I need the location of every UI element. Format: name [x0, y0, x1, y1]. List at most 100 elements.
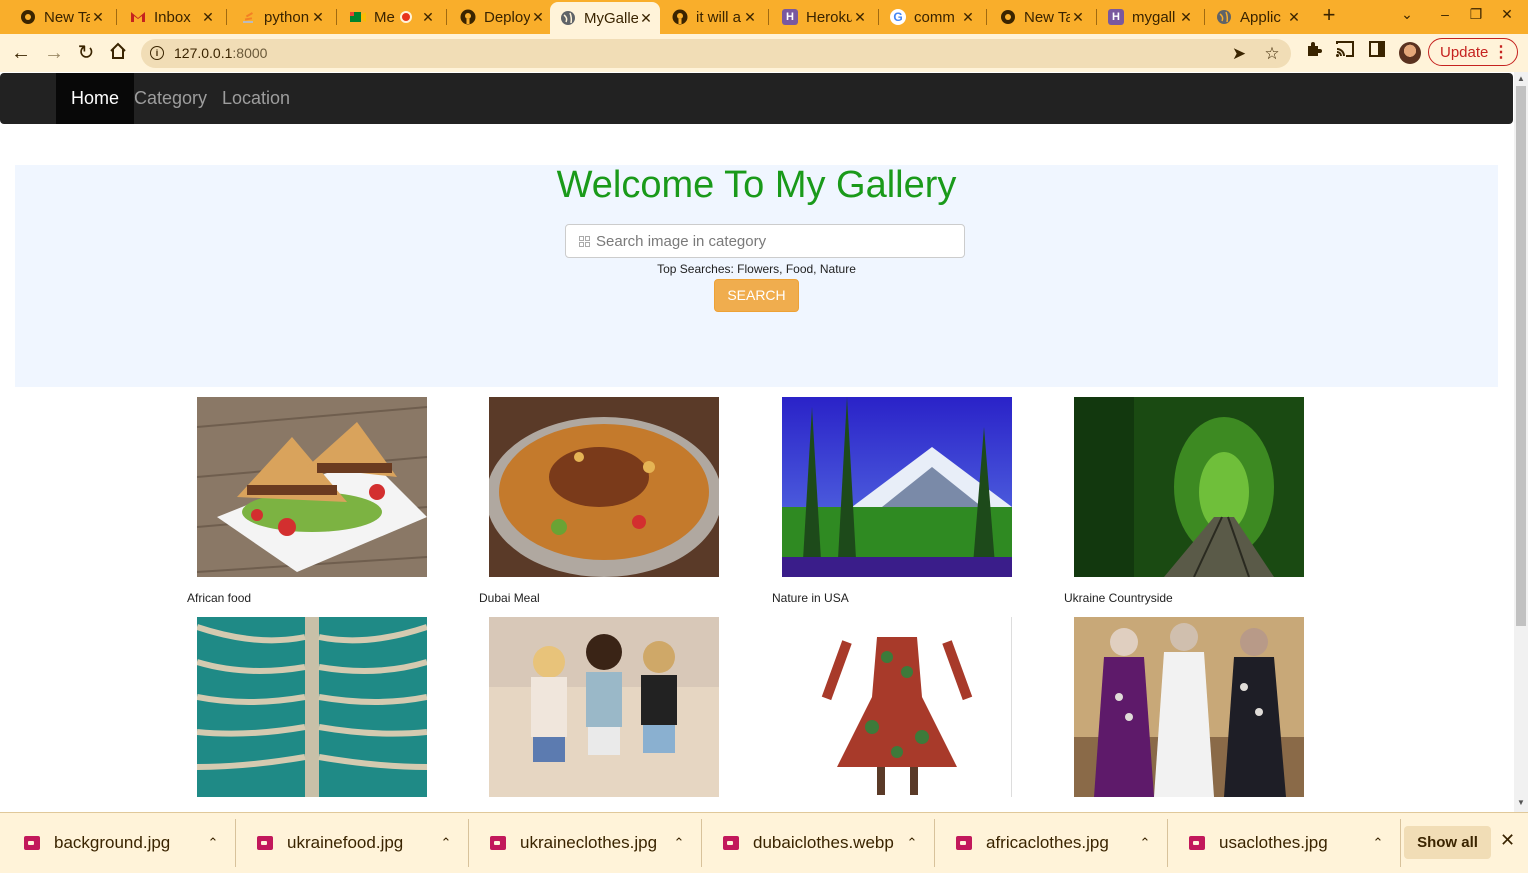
browser-toolbar: ← → ↻ i 127.0.0.1:8000 ➤ ☆ Update ⋮ [0, 34, 1528, 72]
close-icon[interactable]: ✕ [1286, 9, 1302, 26]
tab-application[interactable]: Applic ✕ [1206, 3, 1308, 31]
tab-mygallery[interactable]: MyGallery ✕ [550, 2, 660, 34]
download-item[interactable]: ukraineclothes.jpg ⌃ [470, 819, 702, 867]
gallery-caption: Ukraine Countryside [1064, 591, 1173, 605]
close-icon[interactable]: ✕ [638, 10, 654, 27]
close-icon[interactable]: ✕ [420, 9, 436, 26]
cast-icon[interactable] [1334, 41, 1356, 63]
tab-search-chevron-icon[interactable]: ⌄ [1397, 6, 1417, 23]
github-icon [460, 9, 476, 25]
recording-indicator-icon [400, 11, 412, 23]
new-tab-button[interactable]: + [1318, 4, 1340, 27]
mountain-landscape-photo[interactable] [782, 397, 1012, 577]
forward-button[interactable]: → [43, 42, 65, 64]
tab-divider [878, 9, 879, 25]
nav-location[interactable]: Location [207, 73, 305, 124]
dubai-meal-photo[interactable] [489, 397, 719, 577]
search-button[interactable]: SEARCH [714, 279, 799, 312]
profile-avatar[interactable] [1399, 42, 1421, 64]
close-icon[interactable]: ✕ [530, 9, 546, 26]
close-icon[interactable]: ✕ [742, 9, 758, 26]
site-info-icon[interactable]: i [150, 46, 164, 60]
search-field[interactable] [565, 224, 965, 258]
african-dress-photo[interactable] [782, 617, 1012, 797]
close-icon[interactable]: ✕ [1070, 9, 1086, 26]
tab-divider [768, 9, 769, 25]
tab-deploy[interactable]: Deploy ✕ [450, 3, 552, 31]
site-navbar: Home Category Location [0, 73, 1513, 124]
maximize-window-button[interactable]: ❐ [1466, 6, 1486, 23]
reload-button[interactable]: ↻ [75, 42, 97, 64]
extensions-puzzle-icon[interactable] [1302, 41, 1324, 63]
tab-divider [1204, 9, 1205, 25]
home-icon [110, 42, 126, 59]
tab-it-will[interactable]: it will a ✕ [662, 3, 764, 31]
close-icon[interactable]: ✕ [852, 9, 868, 26]
close-icon[interactable]: ✕ [960, 9, 976, 26]
chevron-up-icon[interactable]: ⌃ [201, 835, 225, 851]
tab-mygall-heroku[interactable]: H mygall ✕ [1098, 3, 1200, 31]
tab-python[interactable]: python ✕ [230, 3, 332, 31]
tunnel-of-love-photo[interactable] [1074, 397, 1304, 577]
scroll-up-arrow-icon[interactable]: ▲ [1517, 74, 1525, 83]
close-icon[interactable]: ✕ [1500, 830, 1515, 851]
scrollbar-thumb[interactable] [1516, 86, 1526, 626]
page-title: Welcome To My Gallery [556, 164, 957, 206]
download-item[interactable]: ukrainefood.jpg ⌃ [237, 819, 469, 867]
scroll-down-arrow-icon[interactable]: ▼ [1517, 798, 1525, 807]
menu-dots-icon: ⋮ [1493, 44, 1509, 61]
tab-new-tab-1[interactable]: New Tab ✕ [10, 3, 112, 31]
tab-meet[interactable]: Me ✕ [340, 3, 442, 31]
back-button[interactable]: ← [10, 42, 32, 64]
meet-icon [350, 9, 366, 25]
hero-banner: Welcome To My Gallery Top Searches: Flow… [15, 165, 1498, 387]
home-button[interactable] [107, 42, 129, 64]
show-all-downloads-button[interactable]: Show all [1404, 826, 1491, 859]
tab-heroku[interactable]: H Heroku ✕ [772, 3, 874, 31]
chrome-icon [1000, 9, 1016, 25]
sandwich-photo[interactable] [197, 397, 427, 577]
google-icon: G [890, 9, 906, 25]
image-file-icon [1189, 836, 1205, 850]
chevron-up-icon[interactable]: ⌃ [667, 835, 691, 851]
download-item[interactable]: background.jpg ⌃ [4, 819, 236, 867]
download-item[interactable]: usaclothes.jpg ⌃ [1169, 819, 1401, 867]
abaya-dresses-photo[interactable] [1074, 617, 1304, 797]
close-window-button[interactable]: ✕ [1497, 6, 1517, 23]
chevron-up-icon[interactable]: ⌃ [1133, 835, 1157, 851]
grid-icon [579, 236, 590, 247]
search-input[interactable] [596, 225, 956, 257]
close-icon[interactable]: ✕ [1178, 9, 1194, 26]
friends-beach-photo[interactable] [489, 617, 719, 797]
side-panel-icon[interactable] [1366, 41, 1388, 63]
minimize-window-button[interactable]: – [1435, 6, 1455, 22]
download-item[interactable]: dubaiclothes.webp ⌃ [703, 819, 935, 867]
tab-new-tab-2[interactable]: New Tab ✕ [990, 3, 1092, 31]
top-searches-text: Top Searches: Flowers, Food, Nature [657, 262, 856, 276]
tab-divider [1096, 9, 1097, 25]
chevron-up-icon[interactable]: ⌃ [1366, 835, 1390, 851]
address-url: 127.0.0.1:8000 [174, 45, 268, 61]
chevron-up-icon[interactable]: ⌃ [434, 835, 458, 851]
tab-divider [116, 9, 117, 25]
update-button[interactable]: Update ⋮ [1428, 38, 1518, 66]
globe-icon [560, 10, 576, 26]
close-icon[interactable]: ✕ [90, 9, 106, 26]
download-item[interactable]: africaclothes.jpg ⌃ [936, 819, 1168, 867]
gallery-caption: Nature in USA [772, 591, 849, 605]
gallery-caption: Dubai Meal [479, 591, 540, 605]
address-bar[interactable]: i 127.0.0.1:8000 ➤ ☆ [141, 39, 1291, 68]
image-file-icon [24, 836, 40, 850]
close-icon[interactable]: ✕ [200, 9, 216, 26]
close-icon[interactable]: ✕ [310, 9, 326, 26]
gallery-caption: African food [187, 591, 252, 605]
image-file-icon [956, 836, 972, 850]
tab-inbox[interactable]: Inbox ✕ [120, 3, 222, 31]
page-scrollbar[interactable]: ▲ ▼ [1514, 72, 1528, 812]
chevron-up-icon[interactable]: ⌃ [900, 835, 924, 851]
globe-icon [1216, 9, 1232, 25]
send-to-device-icon[interactable]: ➤ [1229, 44, 1249, 64]
bookmark-star-icon[interactable]: ☆ [1262, 44, 1282, 64]
palm-island-aerial-photo[interactable] [197, 617, 427, 797]
tab-google-search[interactable]: G comm ✕ [880, 3, 982, 31]
